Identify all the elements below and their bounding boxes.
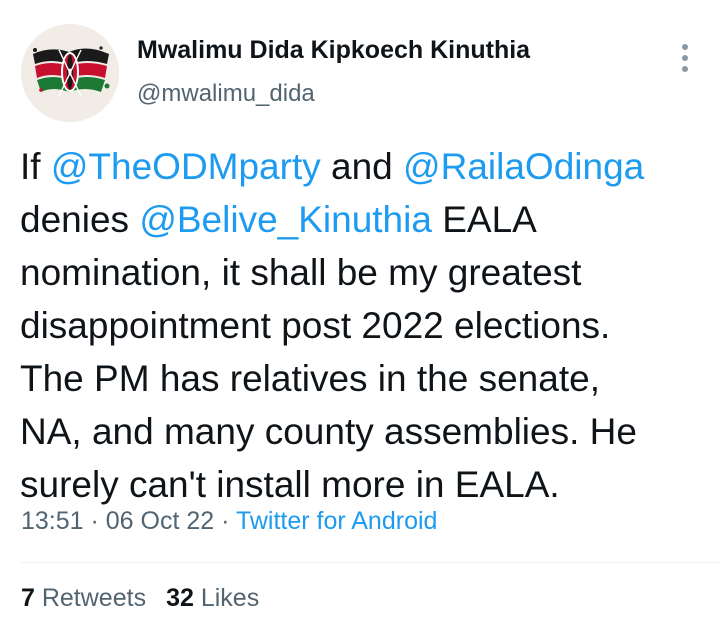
tweet-text-line: nomination, it shall be my greatest bbox=[20, 246, 710, 299]
tweet-card: Mwalimu Dida Kipkoech Kinuthia @mwalimu_… bbox=[0, 0, 720, 624]
tweet-text-line: If @TheODMparty and @RailaOdinga bbox=[20, 140, 710, 193]
likes-label: Likes bbox=[193, 584, 260, 612]
avatar[interactable] bbox=[21, 24, 119, 122]
tweet-date[interactable]: 06 Oct 22 bbox=[106, 507, 214, 535]
tweet-source-link[interactable]: Twitter for Android bbox=[236, 507, 437, 535]
meta-separator: · bbox=[214, 507, 236, 535]
tweet-text-segment: denies bbox=[20, 199, 140, 240]
tweet-text-line: denies @Belive_Kinuthia EALA bbox=[20, 193, 710, 246]
divider bbox=[20, 562, 720, 563]
likes-count: 32 bbox=[166, 584, 194, 612]
tweet-time[interactable]: 13:51 bbox=[21, 507, 84, 535]
retweets-stat[interactable]: 7 Retweets bbox=[21, 584, 146, 612]
tweet-meta: 13:51 · 06 Oct 22 · Twitter for Android bbox=[21, 507, 437, 536]
tweet-text-line: NA, and many county assemblies. He bbox=[20, 405, 710, 458]
tweet-text-segment: surely can't install more in EALA. bbox=[20, 464, 560, 505]
mention-link[interactable]: @Belive_Kinuthia bbox=[139, 199, 432, 240]
display-name[interactable]: Mwalimu Dida Kipkoech Kinuthia bbox=[137, 36, 530, 65]
meta-separator: · bbox=[83, 507, 106, 535]
user-handle[interactable]: @mwalimu_dida bbox=[137, 80, 315, 108]
tweet-text-segment: and bbox=[320, 146, 404, 187]
mention-link[interactable]: @RailaOdinga bbox=[403, 146, 644, 187]
tweet-text-segment: The PM has relatives in the senate, bbox=[20, 358, 600, 399]
tweet-text-line: surely can't install more in EALA. bbox=[20, 458, 710, 511]
retweets-count: 7 bbox=[21, 584, 35, 612]
tweet-text-line: disappointment post 2022 elections. bbox=[20, 299, 710, 352]
mention-link[interactable]: @TheODMparty bbox=[51, 146, 321, 187]
tweet-text-segment: EALA bbox=[431, 199, 537, 240]
likes-stat[interactable]: 32 Likes bbox=[166, 584, 259, 612]
tweet-text: If @TheODMparty and @RailaOdinga denies @… bbox=[20, 140, 710, 511]
tweet-stats: 7 Retweets 32 Likes bbox=[21, 584, 259, 613]
tweet-text-segment: If bbox=[20, 146, 51, 187]
tweet-text-segment: NA, and many county assemblies. He bbox=[20, 411, 637, 452]
tweet-text-line: The PM has relatives in the senate, bbox=[20, 352, 710, 405]
tweet-text-segment: nomination, it shall be my greatest bbox=[20, 252, 582, 293]
more-options-icon[interactable] bbox=[674, 38, 696, 78]
tweet-text-segment: disappointment post 2022 elections. bbox=[20, 305, 611, 346]
retweets-label: Retweets bbox=[34, 584, 147, 612]
kenya-flag-shield-icon bbox=[21, 24, 119, 122]
